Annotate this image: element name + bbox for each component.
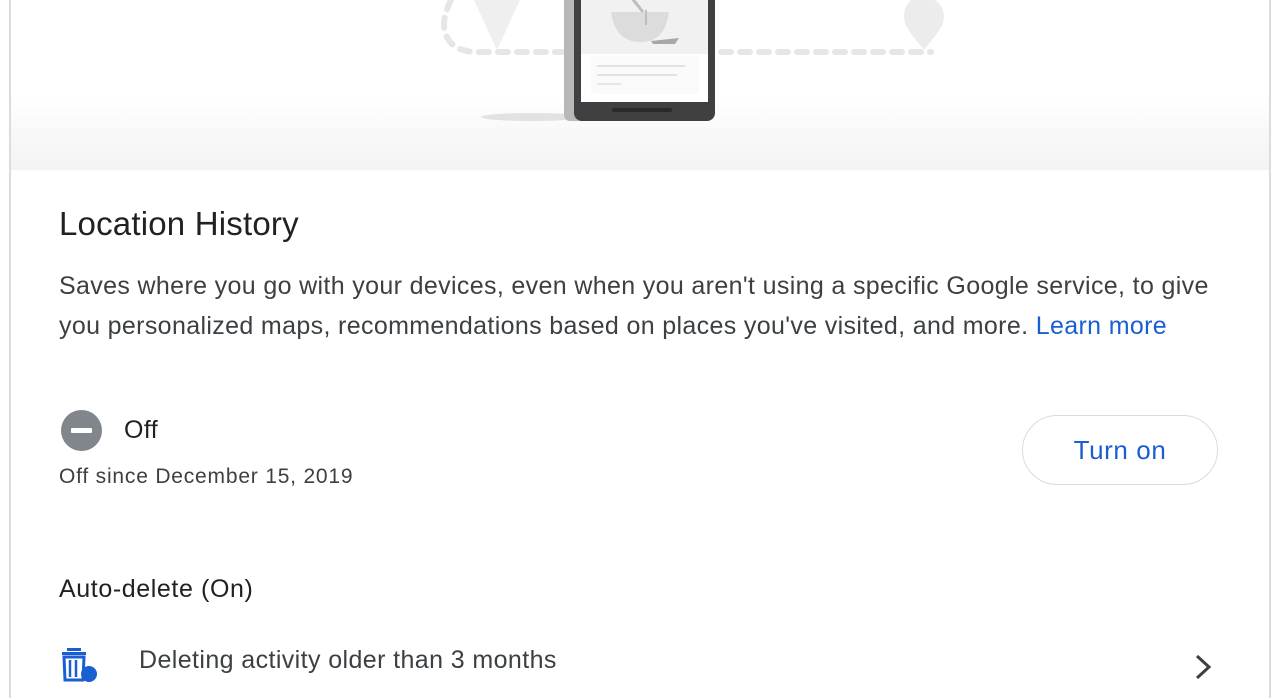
delete-schedule-icon: [62, 648, 97, 682]
chevron-right-icon: [1195, 654, 1212, 680]
status-row: Off: [61, 410, 158, 451]
auto-delete-row[interactable]: Deleting activity older than 3 months: [59, 646, 1239, 686]
remove-circle-icon: [61, 410, 102, 451]
auto-delete-title: Auto-delete (On): [59, 575, 254, 603]
status-since: Off since December 15, 2019: [59, 465, 354, 488]
turn-on-button[interactable]: Turn on: [1022, 415, 1218, 485]
hero-illustration: [11, 0, 1269, 170]
phone-home-bar: [612, 108, 672, 112]
learn-more-link[interactable]: Learn more: [1036, 312, 1167, 340]
page-title: Location History: [59, 205, 299, 242]
map-pin-right-icon: [904, 0, 944, 50]
description: Saves where you go with your devices, ev…: [59, 266, 1219, 346]
location-history-card: Location History Saves where you go with…: [9, 0, 1271, 698]
map-pin-left-icon: [473, 0, 521, 50]
auto-delete-text: Deleting activity older than 3 months: [139, 646, 557, 674]
location-phone-illustration: [441, 0, 944, 121]
status-label: Off: [124, 416, 159, 444]
